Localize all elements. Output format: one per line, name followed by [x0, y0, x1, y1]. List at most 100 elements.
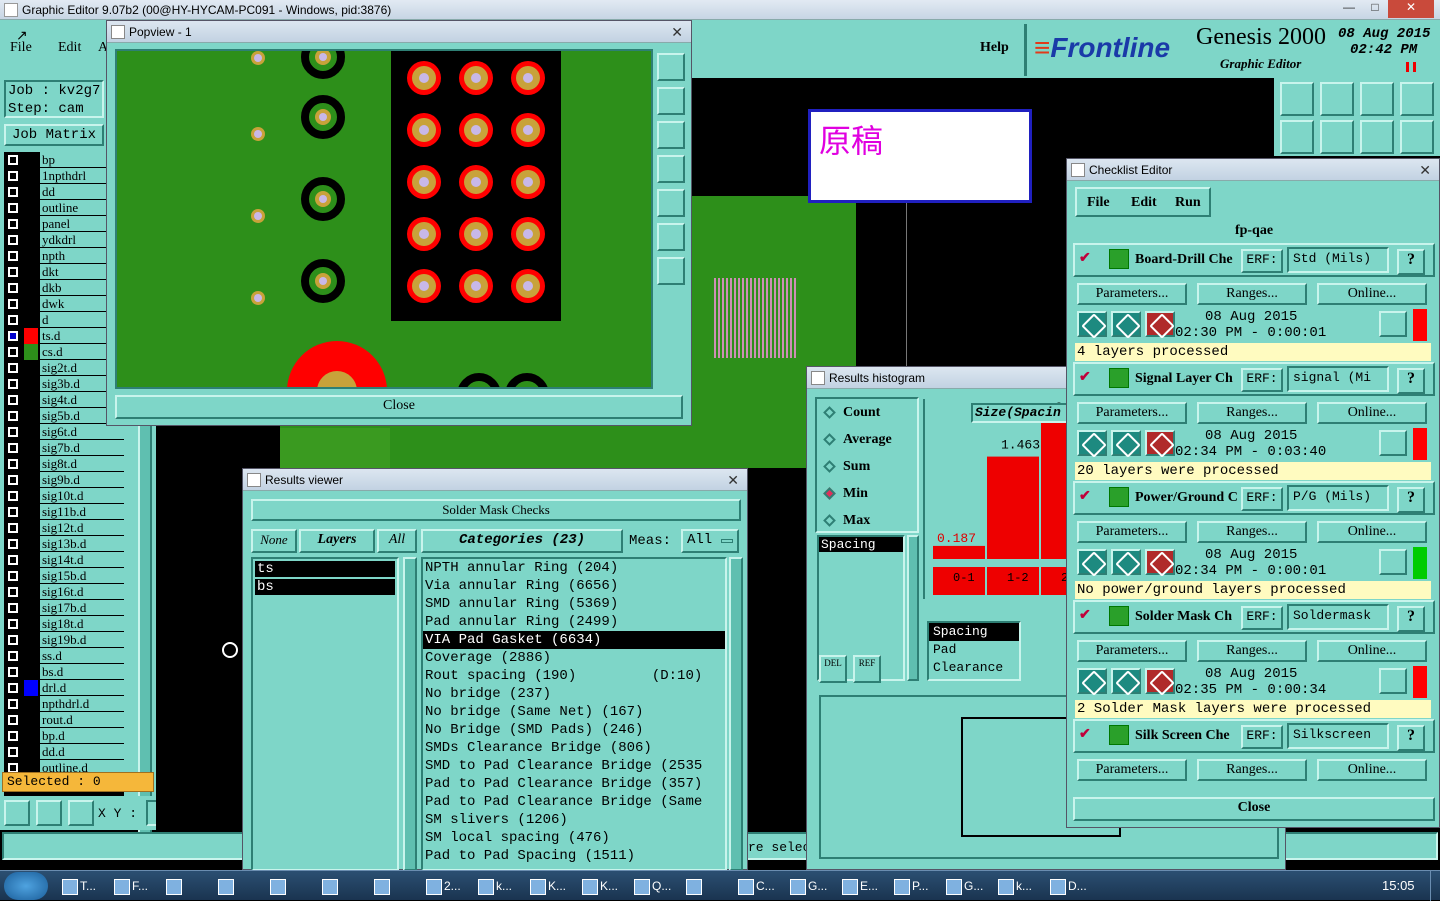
layer-name[interactable]: bp.d [40, 728, 124, 743]
category-item[interactable]: Pad to Pad Clearance Bridge (357) [423, 775, 725, 793]
run-icon[interactable] [1077, 549, 1107, 575]
layer-checkbox[interactable] [8, 411, 18, 421]
ranges-button[interactable]: Ranges... [1197, 640, 1307, 662]
layers-button[interactable]: Layers [299, 529, 375, 553]
layer-name[interactable]: bs.d [40, 664, 124, 679]
erf-field[interactable]: Silkscreen [1287, 723, 1389, 749]
layer-checkbox[interactable] [8, 603, 18, 613]
popview-canvas[interactable] [115, 49, 653, 389]
check-enabled-icon[interactable]: ✔ [1079, 368, 1091, 385]
online-button[interactable]: Online... [1317, 640, 1427, 662]
hist-list2-item[interactable]: Pad [929, 641, 1019, 659]
online-button[interactable]: Online... [1317, 759, 1427, 781]
parameters-button[interactable]: Parameters... [1077, 283, 1187, 305]
layer-checkbox[interactable] [8, 283, 18, 293]
taskbar-item[interactable]: E... [838, 872, 888, 900]
layer-checkbox[interactable] [8, 651, 18, 661]
ranges-button[interactable]: Ranges... [1197, 283, 1307, 305]
erf-field[interactable]: Soldermask [1287, 604, 1389, 630]
layer-row[interactable]: sig10t.d [4, 488, 124, 504]
layer-name[interactable]: sig18t.d [40, 616, 124, 631]
taskbar-item[interactable] [214, 872, 264, 900]
ref-button[interactable]: REF [853, 655, 881, 683]
run-failed-icon[interactable] [1145, 311, 1175, 337]
check-name[interactable]: Silk Screen Che [1135, 728, 1239, 744]
taskbar-item[interactable]: 2... [422, 872, 472, 900]
zoom-result-icon[interactable] [1379, 430, 1407, 456]
run-selected-icon[interactable] [1111, 430, 1141, 456]
taskbar-item[interactable]: k... [474, 872, 524, 900]
layer-checkbox[interactable] [8, 347, 18, 357]
toolbar-flip-icon[interactable] [1400, 120, 1434, 154]
cl-menu-run[interactable]: Run [1175, 195, 1201, 211]
toolbar-swap-icon[interactable] [1360, 120, 1394, 154]
pv-pan-icon[interactable] [657, 257, 685, 285]
toolbar-up-icon[interactable] [1280, 82, 1314, 116]
help-button[interactable]: ? [1397, 249, 1425, 275]
check-name[interactable]: Signal Layer Ch [1135, 371, 1239, 387]
taskbar-item[interactable]: T... [58, 872, 108, 900]
layer-name[interactable]: sig9b.d [40, 472, 124, 487]
toolbar-home-icon[interactable] [1360, 82, 1394, 116]
toolbar-left-icon[interactable] [1280, 120, 1314, 154]
layer-row[interactable]: sig15b.d [4, 568, 124, 584]
layer-row[interactable]: npthdrl.d [4, 696, 124, 712]
hist-option-count[interactable]: Count [817, 399, 917, 426]
run-selected-icon[interactable] [1111, 311, 1141, 337]
layer-name[interactable]: sig12t.d [40, 520, 124, 535]
help-button[interactable]: ? [1397, 606, 1425, 632]
toolbar-window-icon[interactable] [1400, 82, 1434, 116]
check-name[interactable]: Solder Mask Ch [1135, 609, 1239, 625]
taskbar-item[interactable]: P... [890, 872, 940, 900]
layer-name[interactable]: sig10t.d [40, 488, 124, 503]
layer-name[interactable]: npthdrl.d [40, 696, 124, 711]
hist-option-average[interactable]: Average [817, 426, 917, 453]
hist-bar[interactable] [933, 545, 985, 559]
cl-menu-edit[interactable]: Edit [1131, 195, 1157, 211]
layer-results-scroll[interactable] [403, 557, 417, 871]
layer-name[interactable]: sig15b.d [40, 568, 124, 583]
layer-row[interactable]: sig11b.d [4, 504, 124, 520]
layer-checkbox[interactable] [8, 459, 18, 469]
meas-select[interactable]: All [681, 529, 739, 553]
layer-name[interactable]: sig19b.d [40, 632, 124, 647]
layer-name[interactable]: sig11b.d [40, 504, 124, 519]
popview-close-button[interactable]: Close [115, 395, 683, 419]
layer-checkbox[interactable] [8, 187, 18, 197]
categories-button[interactable]: Categories (23) [421, 529, 623, 553]
online-button[interactable]: Online... [1317, 402, 1427, 424]
hist-list-selected[interactable]: Spacing [819, 537, 903, 552]
layer-checkbox[interactable] [8, 219, 18, 229]
hist-option-max[interactable]: Max [817, 507, 917, 534]
ranges-button[interactable]: Ranges... [1197, 402, 1307, 424]
taskbar-item[interactable]: Q... [630, 872, 680, 900]
layer-row[interactable]: bs.d [4, 664, 124, 680]
pv-down-icon[interactable] [657, 121, 685, 149]
layer-checkbox[interactable] [8, 571, 18, 581]
taskbar-item[interactable] [162, 872, 212, 900]
job-matrix-button[interactable]: Job Matrix [4, 124, 104, 146]
layer-row[interactable]: bp.d [4, 728, 124, 744]
category-item[interactable]: SMD to Pad Clearance Bridge (2535 [423, 757, 725, 775]
toolbar-down-icon[interactable] [1320, 82, 1354, 116]
layer-row[interactable]: sig13b.d [4, 536, 124, 552]
layer-checkbox[interactable] [8, 315, 18, 325]
check-enabled-icon[interactable]: ✔ [1079, 249, 1091, 266]
erf-field[interactable]: P/G (Mils) [1287, 485, 1389, 511]
layer-checkbox[interactable] [8, 619, 18, 629]
layer-checkbox[interactable] [8, 251, 18, 261]
hist-option-sum[interactable]: Sum [817, 453, 917, 480]
layer-checkbox[interactable] [8, 555, 18, 565]
layer-checkbox[interactable] [8, 395, 18, 405]
layer-checkbox[interactable] [8, 635, 18, 645]
pv-right-icon[interactable] [657, 189, 685, 217]
layer-checkbox[interactable] [8, 363, 18, 373]
category-item[interactable]: VIA Pad Gasket (6634) [423, 631, 725, 649]
menu-help[interactable]: Help [980, 40, 1009, 56]
layer-checkbox[interactable] [8, 427, 18, 437]
result-layer-item[interactable]: ts [255, 561, 395, 577]
layer-checkbox[interactable] [8, 715, 18, 725]
run-selected-icon[interactable] [1111, 549, 1141, 575]
hist-list2-item[interactable]: Spacing [929, 623, 1019, 641]
pv-fit-icon[interactable] [657, 223, 685, 251]
